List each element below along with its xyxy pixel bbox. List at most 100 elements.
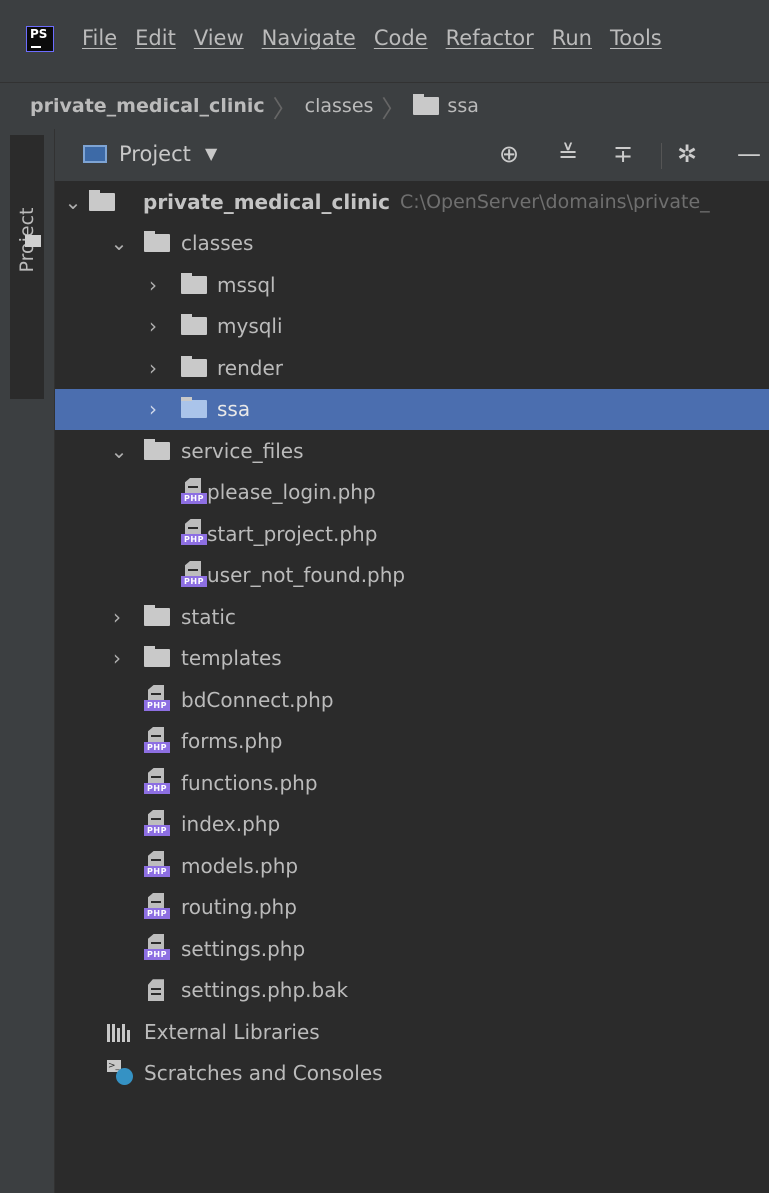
hide-icon[interactable]: — [737, 140, 761, 168]
folder-icon [144, 231, 170, 253]
chevron-right-icon[interactable]: › [143, 397, 163, 421]
tree-node-label: models.php [181, 853, 299, 878]
tree-node-label: settings.php [181, 936, 306, 961]
gear-icon[interactable]: ✲ [677, 140, 697, 168]
tree-node-label: functions.php [181, 770, 318, 795]
tree-node-label: private_medical_clinic [143, 189, 390, 214]
project-tool-tab[interactable]: Project [10, 135, 44, 399]
folder-icon [144, 604, 170, 626]
tree-node-label: settings.php.bak [181, 978, 349, 1003]
chevron-right-icon[interactable]: › [107, 605, 127, 629]
menu-run[interactable]: Run [552, 26, 592, 50]
tree-node-file[interactable]: PHP forms.php [55, 721, 769, 763]
expand-all-icon[interactable]: ≚ [558, 140, 578, 168]
tree-node-label: static [181, 604, 236, 629]
menu-file[interactable]: File [82, 26, 117, 50]
tree-node-scratches[interactable]: >_ Scratches and Consoles [55, 1053, 769, 1095]
breadcrumb-ssa[interactable]: ssa [447, 95, 478, 117]
tree-node-label: render [217, 355, 283, 380]
breadcrumb-separator: 〉 [381, 94, 406, 123]
folder-icon [181, 355, 207, 377]
tree-node-label: Scratches and Consoles [144, 1061, 383, 1086]
tree-node-static[interactable]: › static [55, 596, 769, 638]
chevron-down-icon[interactable]: ▼ [205, 144, 217, 163]
tree-node-label: ssa [217, 397, 251, 422]
tree-node-service-files[interactable]: ⌄ service_files [55, 430, 769, 472]
chevron-right-icon[interactable]: › [143, 314, 163, 338]
php-file-icon: PHP [181, 560, 207, 589]
php-file-icon: PHP [144, 934, 170, 962]
php-file-icon: PHP [181, 477, 207, 506]
tree-node-file[interactable]: PHP please_login.php [55, 472, 769, 514]
chevron-down-icon[interactable]: ⌄ [63, 190, 83, 214]
tree-node-ssa[interactable]: › ssa [55, 388, 769, 430]
breadcrumb-project[interactable]: private_medical_clinic [30, 95, 265, 117]
chevron-down-icon[interactable]: ⌄ [109, 439, 129, 463]
menu-code[interactable]: Code [374, 26, 428, 50]
tree-node-label: classes [181, 231, 254, 256]
project-view-selector[interactable]: Project [119, 142, 191, 166]
tree-node-file[interactable]: PHP settings.php [55, 928, 769, 970]
chevron-right-icon[interactable]: › [107, 646, 127, 670]
folder-icon [144, 438, 170, 460]
tree-node-label: bdConnect.php [181, 687, 334, 712]
breadcrumb-classes[interactable]: classes [305, 95, 374, 117]
php-file-icon: PHP [181, 519, 207, 547]
tree-node-file[interactable]: PHP bdConnect.php [55, 679, 769, 721]
chevron-down-icon[interactable]: ⌄ [109, 231, 129, 255]
chevron-right-icon[interactable]: › [143, 356, 163, 380]
tree-node-label: please_login.php [207, 480, 376, 505]
tree-node-file[interactable]: PHP index.php [55, 804, 769, 846]
menu-view[interactable]: View [194, 26, 244, 50]
menu-navigate[interactable]: Navigate [262, 26, 356, 50]
tree-node-render[interactable]: › render [55, 347, 769, 389]
tree-node-classes[interactable]: ⌄ classes [55, 223, 769, 265]
php-file-icon: PHP [144, 851, 170, 879]
tree-node-label: mysqli [217, 314, 283, 339]
tree-node-label: user_not_found.php [207, 563, 406, 588]
tree-node-mssql[interactable]: › mssql [55, 264, 769, 306]
folder-icon [181, 272, 207, 294]
chevron-right-icon[interactable]: › [143, 273, 163, 297]
project-panel-toolbar: Project ▼ ⊕ ≚ ∓ ✲ — [55, 129, 769, 181]
project-view-icon [83, 145, 107, 163]
tree-node-label: service_files [181, 438, 304, 463]
menu-tools[interactable]: Tools [610, 26, 662, 50]
folder-icon [413, 94, 440, 115]
collapse-all-icon[interactable]: ∓ [613, 140, 633, 168]
php-file-icon: PHP [144, 685, 170, 713]
tree-node-label: mssql [217, 272, 276, 297]
folder-icon [25, 235, 41, 247]
folder-icon [144, 646, 170, 668]
tree-node-file[interactable]: PHP functions.php [55, 762, 769, 804]
tree-node-file[interactable]: PHP start_project.php [55, 513, 769, 555]
tree-node-path: C:\OpenServer\domains\private_ [400, 190, 710, 213]
locate-icon[interactable]: ⊕ [499, 140, 519, 168]
folder-icon [181, 397, 207, 419]
menu-edit[interactable]: Edit [135, 26, 176, 50]
php-file-icon: PHP [144, 726, 170, 755]
tree-node-templates[interactable]: › templates [55, 638, 769, 680]
php-file-icon: PHP [144, 809, 170, 838]
tree-node-label: routing.php [181, 895, 297, 920]
tree-node-label: forms.php [181, 729, 283, 754]
tree-node-file[interactable]: PHP user_not_found.php [55, 555, 769, 597]
tree-node-external-libraries[interactable]: External Libraries [55, 1011, 769, 1053]
menu-bar: PS File Edit View Navigate Code Refactor… [0, 0, 769, 82]
tree-node-file[interactable]: settings.php.bak [55, 970, 769, 1012]
tree-node-label: templates [181, 646, 282, 671]
toolbar-divider [661, 143, 662, 169]
folder-icon [89, 189, 115, 211]
tree-node-file[interactable]: PHP models.php [55, 845, 769, 887]
phpstorm-logo-icon[interactable]: PS [26, 26, 54, 52]
text-file-icon [148, 979, 164, 1002]
tree-node-label: index.php [181, 812, 281, 837]
logo-text: PS [30, 27, 48, 41]
tree-node-mysqli[interactable]: › mysqli [55, 306, 769, 348]
tree-node-root[interactable]: ⌄ private_medical_clinic C:\OpenServer\d… [55, 181, 769, 223]
scratches-icon: >_ [107, 1059, 135, 1086]
tree-node-file[interactable]: PHP routing.php [55, 887, 769, 929]
tool-window-strip: Project [0, 129, 55, 1193]
menu-refactor[interactable]: Refactor [446, 26, 534, 50]
breadcrumb-separator: 〉 [272, 94, 297, 123]
